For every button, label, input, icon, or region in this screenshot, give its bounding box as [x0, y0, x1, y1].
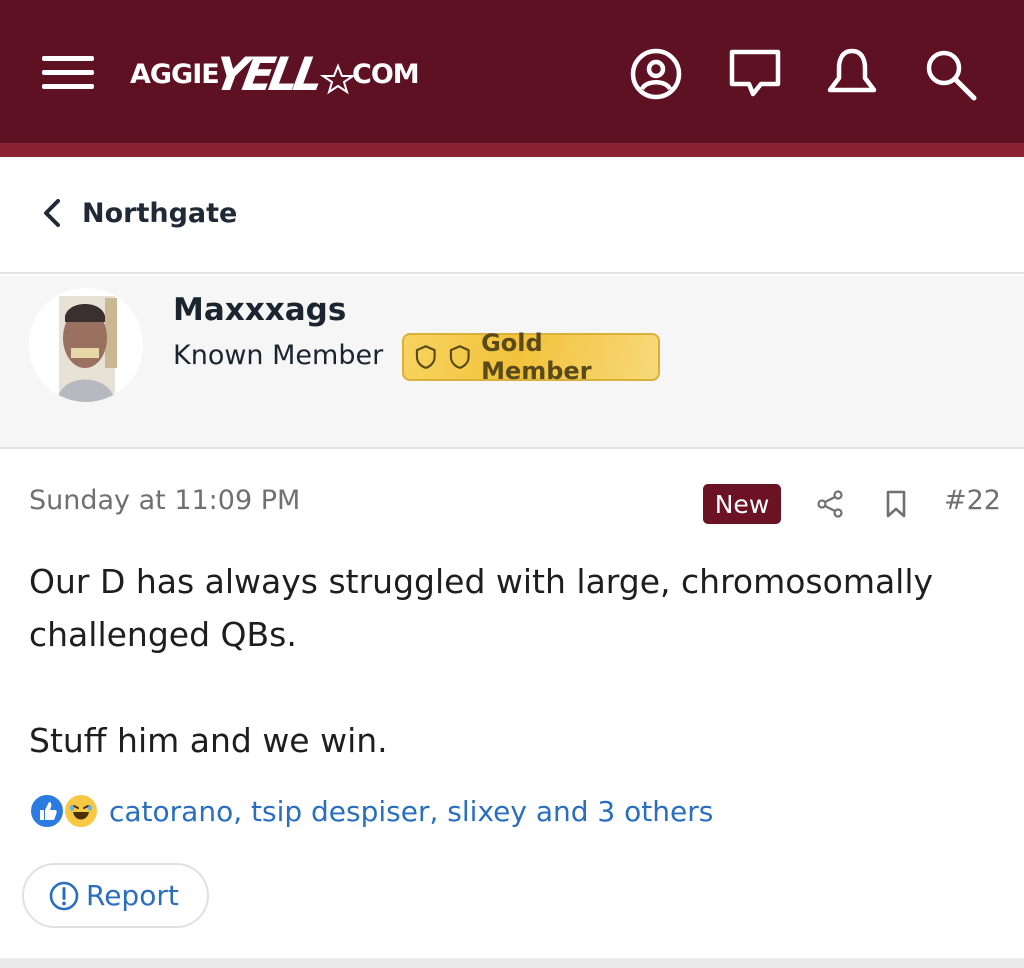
post: Sunday at 11:09 PM New #22 Our D has alw… [0, 451, 1024, 961]
logo-yell: YELL [210, 47, 325, 101]
share-icon[interactable] [815, 489, 845, 519]
site-header: AGGIE YELL COM [0, 0, 1024, 143]
site-logo[interactable]: AGGIE YELL COM [128, 40, 428, 106]
bookmark-icon[interactable] [882, 489, 910, 519]
report-label: Report [86, 879, 179, 912]
account-icon[interactable] [626, 44, 686, 104]
gold-member-badge: Gold Member [402, 329, 660, 385]
logo-aggie: AGGIE [130, 59, 219, 90]
menu-icon[interactable] [42, 52, 94, 92]
reaction-icons [29, 791, 101, 831]
conversations-icon[interactable] [725, 44, 785, 104]
shield-icon [449, 345, 470, 369]
avatar-image [29, 288, 143, 402]
reaction-names-link[interactable]: catorano, tsip despiser, slixey and 3 ot… [109, 795, 713, 828]
haha-reaction-icon [63, 793, 99, 829]
username-link[interactable]: Maxxxags [173, 292, 346, 328]
post-body: Our D has always struggled with large, c… [29, 555, 989, 767]
logo-com: COM [352, 59, 419, 90]
post-author-block: Maxxxags Known Member Gold Member [0, 276, 1024, 449]
star-icon [319, 63, 357, 95]
alert-circle-icon [49, 881, 79, 910]
user-title: Known Member [173, 340, 384, 371]
like-reaction-icon [29, 793, 65, 829]
header-accent-stripe [0, 143, 1024, 157]
post-text-line: Stuff him and we win. [29, 721, 388, 760]
shield-icon [415, 345, 436, 369]
breadcrumb: Northgate [0, 157, 1024, 274]
post-number-link[interactable]: #22 [944, 485, 1001, 516]
reactions-bar[interactable]: catorano, tsip despiser, slixey and 3 ot… [29, 791, 713, 831]
new-badge: New [703, 484, 781, 524]
badge-label: Gold Member [481, 329, 592, 385]
report-button[interactable]: Report [22, 863, 209, 928]
breadcrumb-label: Northgate [82, 197, 238, 229]
chevron-left-icon [44, 199, 60, 227]
alerts-icon[interactable] [822, 44, 882, 104]
bottom-divider [0, 958, 1024, 968]
post-date-link[interactable]: Sunday at 11:09 PM [29, 485, 300, 516]
logo-graphic: AGGIE YELL COM [130, 47, 420, 101]
search-icon[interactable] [920, 44, 980, 104]
post-text-line: Our D has always struggled with large, c… [29, 562, 934, 601]
avatar[interactable] [29, 288, 143, 402]
breadcrumb-northgate-link[interactable]: Northgate [40, 197, 237, 229]
post-text-line: challenged QBs. [29, 615, 297, 654]
